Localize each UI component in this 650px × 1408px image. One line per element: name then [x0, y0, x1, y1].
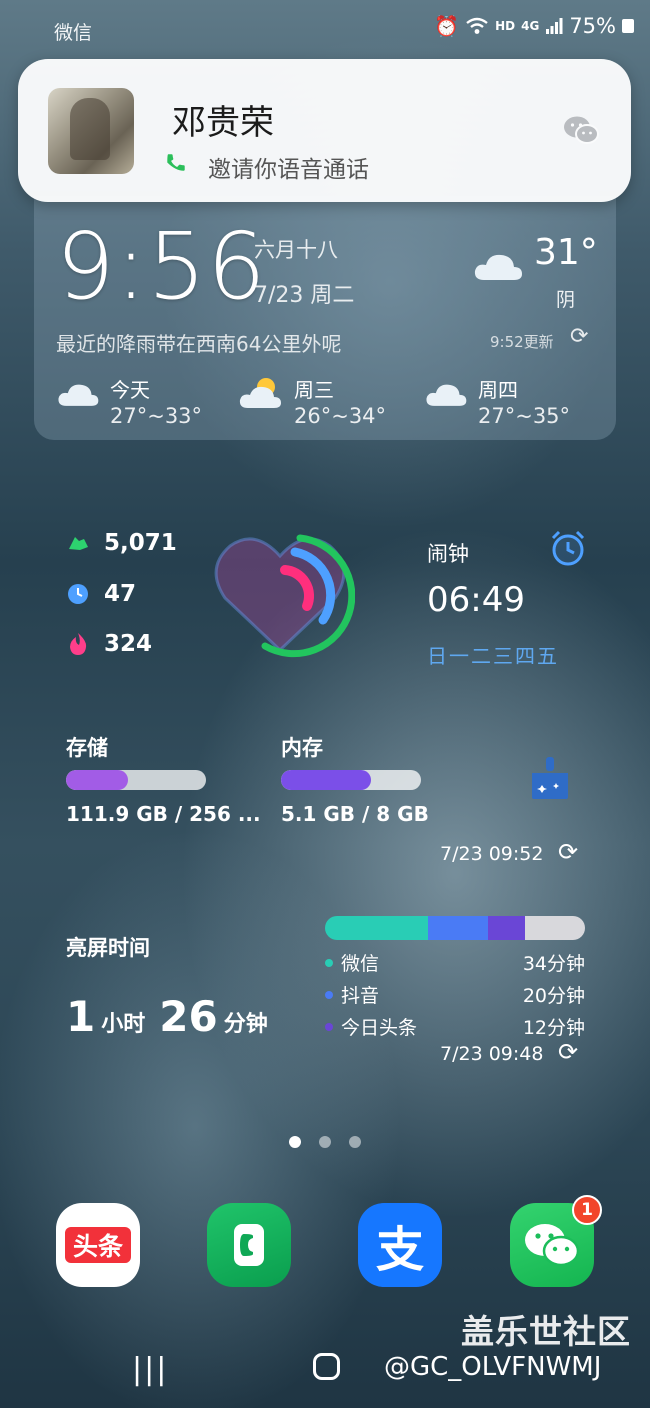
screen-time-total: 1 小时 26 分钟 — [66, 992, 268, 1041]
incoming-call-notification[interactable]: 邓贵荣 邀请你语音通话 — [18, 59, 631, 202]
toutiao-app-icon[interactable]: 头条 — [56, 1203, 140, 1287]
app-name: 今日头条 — [341, 1017, 418, 1039]
status-icons: ⏰ HD 4G 75% — [434, 14, 634, 38]
steps-value: 5,071 — [104, 530, 177, 556]
caller-name: 邓贵荣 — [172, 103, 274, 143]
watermark-site: 盖乐世社区 — [461, 1312, 631, 1351]
wechat-icon — [525, 1224, 580, 1267]
app-duration: 20分钟 — [522, 985, 585, 1007]
app-color-dot — [325, 990, 333, 999]
forecast-day: 今天 — [110, 378, 150, 402]
shoe-icon — [66, 531, 90, 555]
list-item: 微信 34分钟 — [325, 949, 585, 976]
partly-sunny-icon — [239, 378, 281, 408]
alipay-app-icon[interactable]: 支 — [358, 1203, 442, 1287]
notification-badge: 1 — [572, 1195, 602, 1225]
forecast-day: 周三 — [294, 378, 334, 402]
battery-level: 75% — [569, 14, 616, 38]
alarm-title: 闹钟 — [427, 542, 469, 566]
screen-time-segment — [325, 916, 428, 940]
cleaner-brush-icon[interactable] — [528, 755, 572, 801]
screen-time-minutes: 26 — [159, 992, 218, 1041]
app-duration: 34分钟 — [522, 953, 585, 975]
forecast-range: 27°~35° — [478, 404, 571, 428]
avatar — [48, 88, 134, 174]
memory-label: 内存 — [281, 736, 323, 760]
cloud-icon — [58, 384, 99, 406]
refresh-icon[interactable]: ⟳ — [558, 838, 578, 866]
page-indicator[interactable] — [349, 1136, 361, 1148]
forecast-range: 27°~33° — [110, 404, 203, 428]
signal-icon — [546, 18, 563, 34]
refresh-icon[interactable]: ⟳ — [558, 1038, 578, 1066]
memory-bar-fill — [281, 770, 371, 790]
hours-unit: 小时 — [101, 1012, 146, 1037]
page-indicator-active[interactable] — [289, 1136, 301, 1148]
forecast-range: 26°~34° — [294, 404, 387, 428]
app-color-dot — [325, 958, 333, 967]
status-app-name: 微信 — [54, 22, 93, 44]
screen-time-segment-other — [524, 916, 585, 940]
clock-time[interactable]: 9:56 — [56, 213, 267, 320]
phone-app-icon[interactable] — [207, 1203, 291, 1287]
battery-icon — [622, 19, 634, 33]
clock-icon — [66, 582, 90, 606]
activity-ring-icon[interactable] — [205, 528, 355, 658]
list-item: 今日头条 12分钟 — [325, 1013, 585, 1040]
phone-icon — [167, 154, 185, 171]
minutes-unit: 分钟 — [223, 1012, 268, 1037]
calories-stat[interactable]: 324 — [66, 631, 152, 657]
recent-apps-button[interactable]: ||| — [132, 1352, 168, 1387]
cloud-icon — [474, 254, 522, 280]
forecast-day: 周四 — [478, 378, 518, 402]
page-indicator[interactable] — [319, 1136, 331, 1148]
status-bar: 微信 ⏰ HD 4G 75% — [0, 0, 650, 58]
lunar-date: 六月十八 — [254, 238, 338, 262]
toutiao-icon: 头条 — [65, 1227, 131, 1263]
screen-time-title: 亮屏时间 — [66, 936, 150, 960]
screen-time-segment — [427, 916, 489, 940]
weather-updated-time: 9:52更新 — [490, 333, 554, 351]
active-time-value: 47 — [104, 581, 137, 607]
memory-value: 5.1 GB / 8 GB — [281, 802, 429, 826]
wifi-icon — [466, 17, 488, 34]
alarm-days: 日一二三四五 — [427, 644, 559, 668]
home-button[interactable] — [313, 1353, 340, 1380]
storage-value: 111.9 GB / 256 ... — [66, 802, 261, 826]
memory-bar — [281, 770, 421, 790]
screen-time-segment — [488, 916, 525, 940]
steps-stat[interactable]: 5,071 — [66, 530, 177, 556]
storage-label: 存储 — [66, 736, 108, 760]
screen-time-bar — [325, 916, 585, 940]
list-item: 抖音 20分钟 — [325, 981, 585, 1008]
date: 7/23 周二 — [254, 283, 355, 308]
refresh-icon[interactable]: ⟳ — [570, 324, 588, 349]
screen-time-updated: 7/23 09:48 — [440, 1043, 544, 1065]
alarm-status-icon: ⏰ — [434, 14, 460, 38]
active-time-stat[interactable]: 47 — [66, 581, 136, 607]
phone-icon — [234, 1224, 264, 1266]
network-gen-label: 4G — [521, 19, 540, 33]
calories-value: 324 — [104, 631, 153, 657]
alarm-clock-icon[interactable] — [548, 528, 588, 568]
call-message: 邀请你语音通话 — [208, 157, 369, 183]
watermark-handle: @GC_OLVFNWMJ — [384, 1352, 602, 1382]
storage-bar — [66, 770, 206, 790]
device-care-updated: 7/23 09:52 — [440, 843, 544, 865]
cloud-icon — [426, 384, 467, 406]
current-temperature: 31° — [534, 232, 598, 273]
app-name: 抖音 — [341, 985, 380, 1007]
alarm-time[interactable]: 06:49 — [427, 580, 525, 620]
app-color-dot — [325, 1022, 333, 1031]
wechat-icon — [564, 116, 599, 144]
alipay-icon: 支 — [375, 1222, 424, 1278]
storage-bar-fill — [66, 770, 128, 790]
network-hd-label: HD — [495, 19, 516, 33]
screen-time-hours: 1 — [66, 992, 96, 1041]
weather-condition: 阴 — [556, 289, 576, 311]
flame-icon — [66, 632, 90, 656]
rain-message: 最近的降雨带在西南64公里外呢 — [56, 332, 342, 356]
app-duration: 12分钟 — [522, 1017, 585, 1039]
app-name: 微信 — [341, 953, 380, 975]
